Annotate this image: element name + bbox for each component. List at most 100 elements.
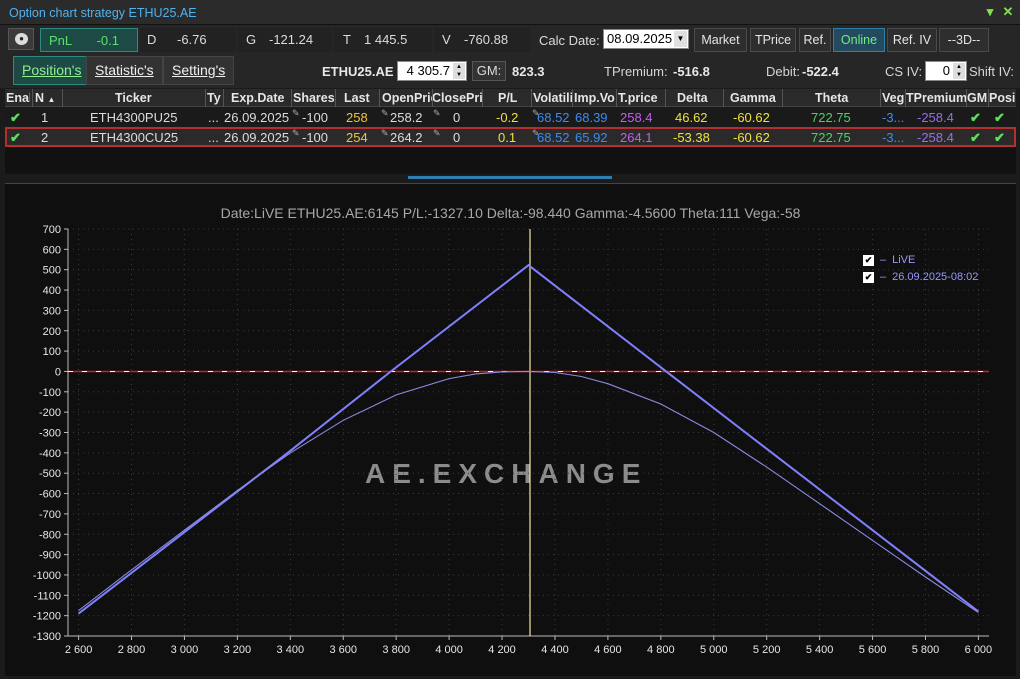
tab-positions[interactable]: Position's: [13, 56, 91, 85]
pencil-icon[interactable]: ✎: [292, 108, 300, 119]
market-button[interactable]: Market: [694, 28, 747, 52]
x-tick-label: 4 200: [488, 644, 516, 656]
spin-arrows-icon[interactable]: ▲ ▼: [453, 63, 465, 79]
col-volatility[interactable]: Volatili: [533, 91, 573, 105]
legend-checkbox[interactable]: ✔: [863, 271, 874, 283]
col-n[interactable]: N ▲: [35, 91, 57, 105]
underlying-price-input[interactable]: 4 305.7 ▲ ▼: [397, 61, 467, 81]
tab-settings[interactable]: Setting's: [163, 56, 235, 85]
pencil-icon[interactable]: ✎: [433, 108, 441, 119]
calc-date-picker[interactable]: 08.09.2025 ▼: [603, 29, 689, 49]
theta-label: T: [343, 32, 351, 47]
col-tprice[interactable]: T.price: [618, 91, 662, 105]
3d-button[interactable]: --3D--: [939, 28, 989, 52]
col-vega[interactable]: Veg: [882, 91, 904, 105]
legend-item-live[interactable]: ✔ – LiVE: [863, 254, 915, 266]
spin-arrows-icon[interactable]: ▲ ▼: [953, 63, 965, 79]
splitter-handle[interactable]: [408, 176, 612, 179]
y-tick-label: -500: [39, 468, 61, 480]
gm-value: 823.3: [512, 64, 545, 79]
col-enabled[interactable]: Enal: [6, 91, 30, 105]
gm-check-icon[interactable]: ✔: [970, 130, 981, 146]
y-tick-label: 0: [55, 366, 61, 378]
col-theta[interactable]: Theta: [815, 91, 855, 105]
col-gamma[interactable]: Gamma: [730, 91, 778, 105]
y-tick-label: 100: [43, 346, 61, 358]
position-check-icon[interactable]: ✔: [994, 110, 1005, 126]
legend-checkbox[interactable]: ✔: [863, 254, 874, 266]
delta-box: D -6.76: [140, 28, 236, 52]
vega-cell: -3...: [882, 130, 904, 145]
tpremium-label: TPremium:: [604, 64, 668, 79]
type-cell: ...: [208, 130, 219, 145]
open-price-cell[interactable]: 264.2: [390, 130, 423, 145]
theta-value: 1 445.5: [364, 32, 408, 47]
col-delta[interactable]: Delta: [677, 91, 717, 105]
volatility-cell[interactable]: 68.52: [537, 130, 570, 145]
pl-cell: -0.2: [496, 110, 519, 125]
col-gm[interactable]: GM: [967, 91, 989, 105]
tab-settings-label: Setting's: [172, 62, 226, 78]
col-tpremium[interactable]: TPremium: [906, 91, 966, 105]
export-button[interactable]: ●: [8, 28, 34, 50]
imp-vol-cell: 68.39: [575, 110, 608, 125]
ref-iv-button[interactable]: Ref. IV: [887, 28, 937, 52]
col-exp-date[interactable]: Exp.Date: [231, 91, 291, 105]
header-divider: [482, 89, 483, 107]
delta-value: -6.76: [177, 32, 207, 47]
header-divider: [988, 89, 989, 107]
position-check-icon[interactable]: ✔: [994, 130, 1005, 146]
pencil-icon[interactable]: ✎: [381, 128, 389, 139]
col-last[interactable]: Last: [344, 91, 374, 105]
col-open-price[interactable]: OpenPric: [382, 91, 432, 105]
y-tick-label: -100: [39, 387, 61, 399]
pencil-icon[interactable]: ✎: [381, 108, 389, 119]
globe-icon: ●: [15, 33, 28, 45]
open-price-cell[interactable]: 258.2: [390, 110, 423, 125]
header-divider: [379, 89, 380, 107]
col-shares[interactable]: Shares: [293, 91, 335, 105]
enabled-check-icon[interactable]: ✔: [10, 110, 21, 126]
enabled-check-icon[interactable]: ✔: [10, 130, 21, 146]
ref-button[interactable]: Ref.: [799, 28, 831, 52]
gamma-box: G -121.24: [238, 28, 332, 52]
minimize-button[interactable]: ▾: [983, 5, 997, 19]
y-tick-label: -1100: [34, 590, 61, 602]
header-divider: [62, 89, 63, 107]
legend-item-expiry[interactable]: ✔ –26.09.2025-08:02: [863, 271, 978, 283]
close-price-cell[interactable]: 0: [453, 130, 460, 145]
close-button[interactable]: ✕: [1001, 5, 1015, 19]
x-tick-label: 5 800: [912, 644, 940, 656]
tprice-button[interactable]: TPrice: [750, 28, 796, 52]
header-divider: [223, 89, 224, 107]
y-tick-label: -1300: [33, 631, 61, 643]
grid-header: Enal N ▲ Ticker Ty Exp.Date Shares Last …: [5, 89, 1016, 107]
col-close-price[interactable]: ClosePri: [432, 91, 482, 105]
csiv-input[interactable]: 0 ▲ ▼: [925, 61, 967, 81]
sort-asc-icon: ▲: [47, 95, 56, 104]
volatility-cell[interactable]: 68.52: [537, 110, 570, 125]
header-divider: [531, 89, 532, 107]
col-imp-vol[interactable]: Imp.Vo: [574, 91, 616, 105]
col-ticker[interactable]: Ticker: [115, 91, 195, 105]
chevron-down-icon[interactable]: ▼: [674, 31, 687, 47]
col-type[interactable]: Ty: [207, 91, 223, 105]
header-divider: [616, 89, 617, 107]
gm-check-icon[interactable]: ✔: [970, 110, 981, 126]
pencil-icon[interactable]: ✎: [292, 128, 300, 139]
shares-cell[interactable]: -100: [302, 110, 328, 125]
pencil-icon[interactable]: ✎: [433, 128, 441, 139]
online-button[interactable]: Online: [833, 28, 885, 52]
table-row-selected[interactable]: ✔ 2 ETH4300CU25 ... 26.09.2025 ✎ -100 25…: [5, 127, 1016, 147]
tab-statistics[interactable]: Statistic's: [86, 56, 163, 85]
theta-box: T 1 445.5: [334, 28, 432, 52]
y-tick-label: 300: [43, 305, 61, 317]
debit-value: -522.4: [802, 64, 839, 79]
pnl-label: PnL: [49, 33, 73, 48]
shares-cell[interactable]: -100: [302, 130, 328, 145]
col-position[interactable]: Posi: [989, 91, 1015, 105]
close-price-cell[interactable]: 0: [453, 110, 460, 125]
table-row[interactable]: ✔ 1 ETH4300PU25 ... 26.09.2025 ✎ -100 25…: [5, 107, 1016, 127]
x-tick-label: 3 600: [329, 644, 357, 656]
col-pl[interactable]: P/L: [498, 91, 520, 105]
